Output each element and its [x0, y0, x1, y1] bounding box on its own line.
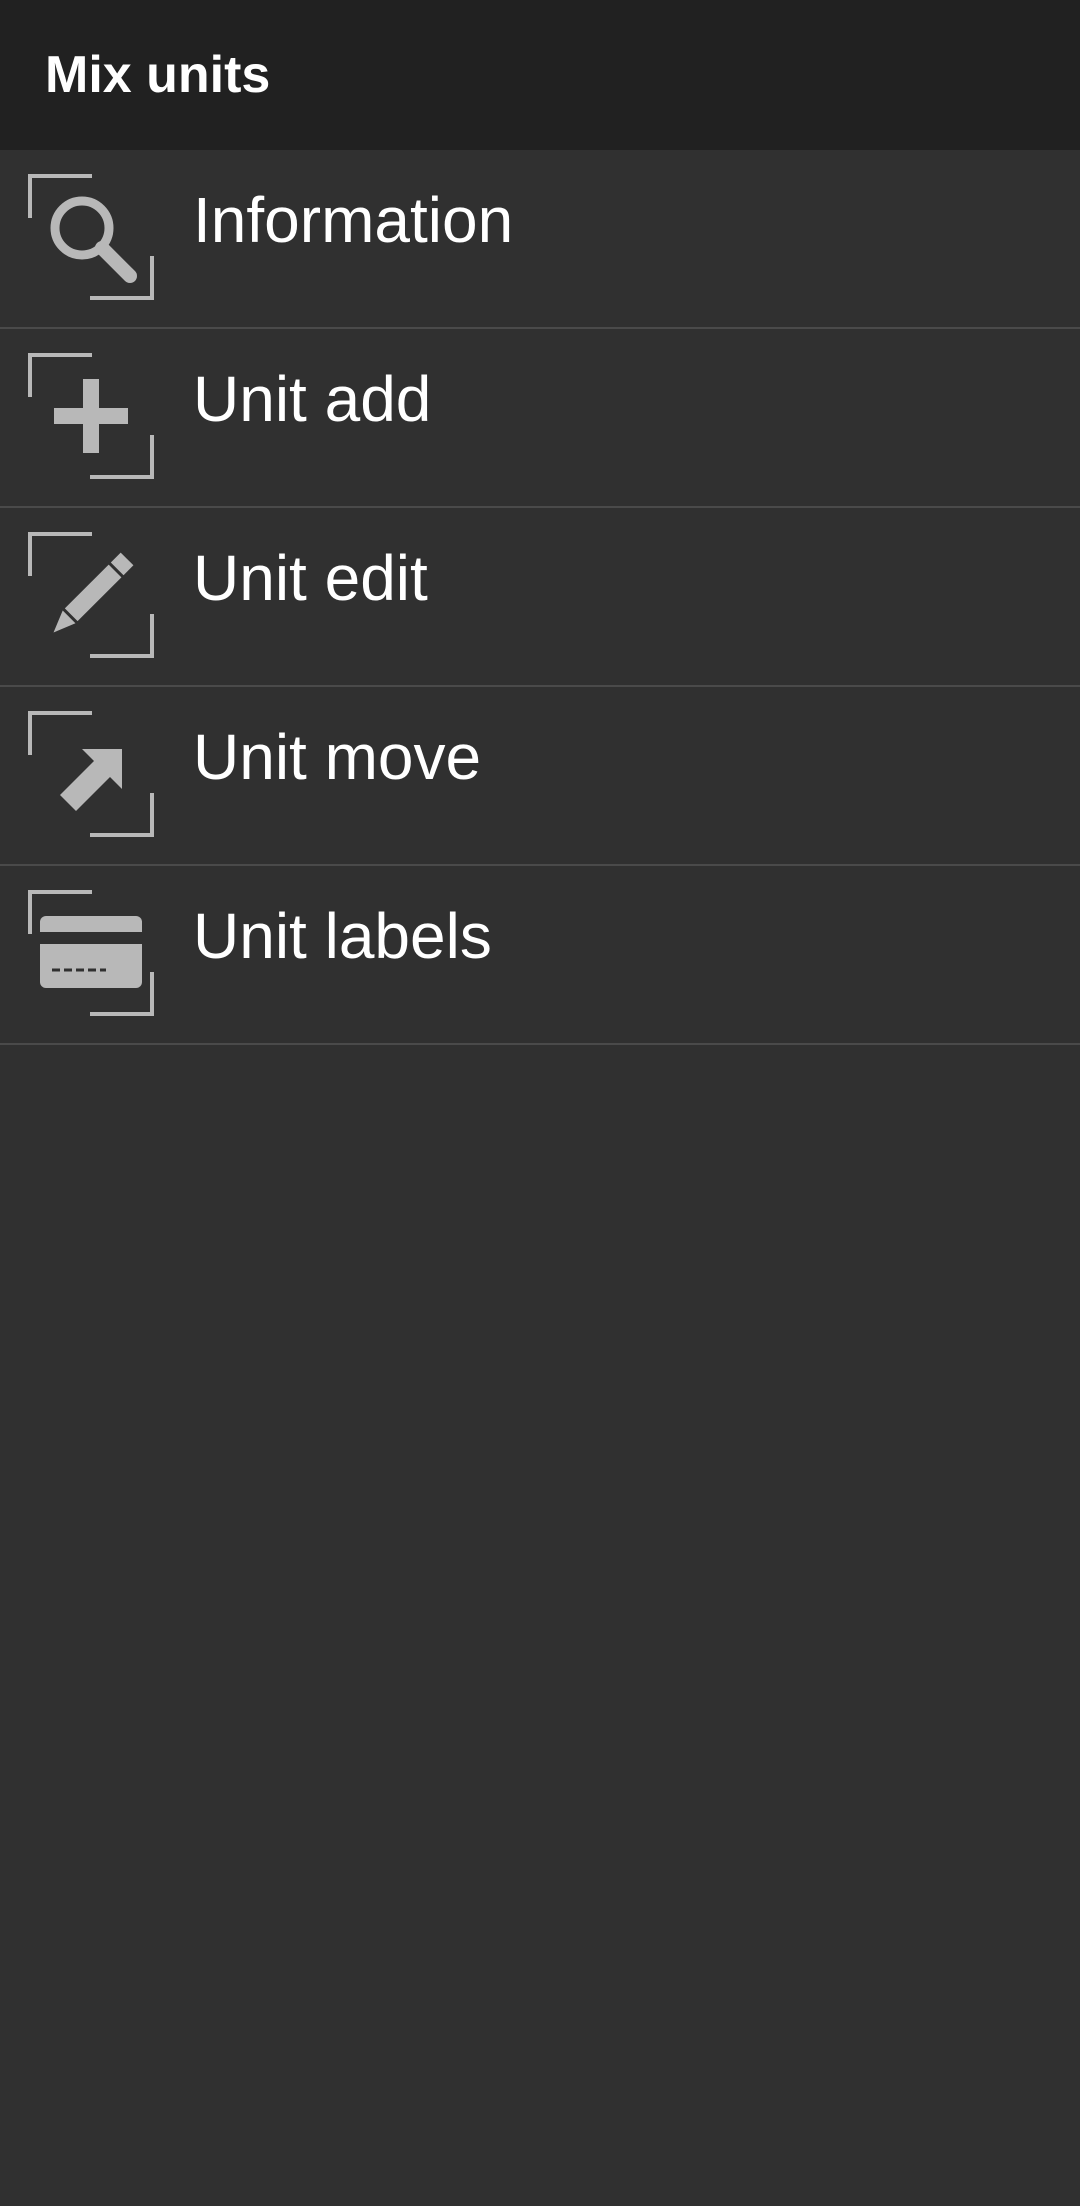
menu-item-information[interactable]: Information: [0, 150, 1080, 329]
app-header: Mix units: [0, 0, 1080, 150]
menu-item-unit-move[interactable]: Unit move: [0, 687, 1080, 866]
menu-item-label: Information: [193, 184, 514, 256]
label-card-icon: [26, 888, 156, 1018]
menu-item-label: Unit edit: [193, 542, 428, 614]
menu-item-label: Unit move: [193, 721, 482, 793]
plus-icon: [26, 351, 156, 481]
menu-item-label: Unit labels: [193, 900, 492, 972]
magnifier-icon: [26, 172, 156, 302]
menu-item-label: Unit add: [193, 363, 432, 435]
menu-item-unit-labels[interactable]: Unit labels: [0, 866, 1080, 1045]
arrow-up-right-icon: [26, 709, 156, 839]
app-screen: Mix units Information Unit add Unit edit…: [0, 0, 1080, 2206]
menu-list: Information Unit add Unit edit Unit move…: [0, 150, 1080, 1045]
page-title: Mix units: [45, 46, 271, 104]
menu-item-unit-edit[interactable]: Unit edit: [0, 508, 1080, 687]
pencil-icon: [26, 530, 156, 660]
menu-item-unit-add[interactable]: Unit add: [0, 329, 1080, 508]
